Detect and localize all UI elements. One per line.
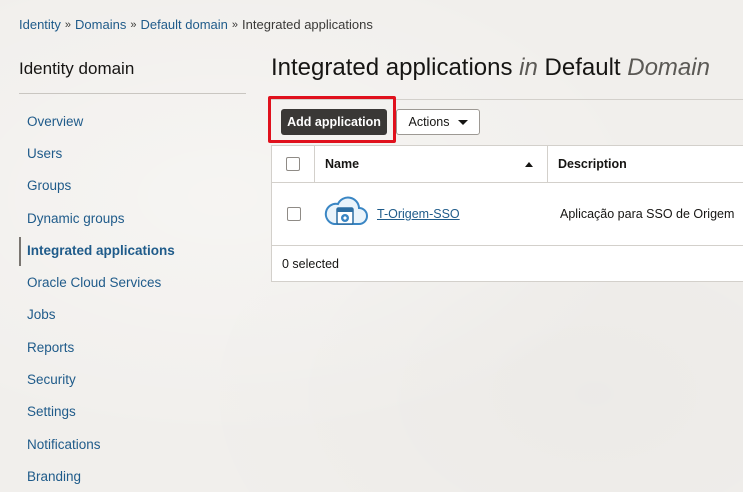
select-all-cell — [272, 146, 315, 182]
selection-status: 0 selected — [282, 257, 339, 271]
table-row: T-Origem-SSO Aplicação para SSO de Orige… — [272, 183, 743, 246]
page-title-in: in — [519, 54, 538, 81]
sidebar-item-branding[interactable]: Branding — [19, 460, 246, 492]
breadcrumb-current: Integrated applications — [242, 17, 373, 32]
breadcrumb-domains[interactable]: Domains — [75, 17, 126, 32]
column-header-description-label: Description — [558, 157, 627, 171]
chevron-down-icon — [457, 119, 468, 125]
sidebar-item-integrated-applications[interactable]: Integrated applications — [19, 234, 246, 267]
breadcrumb: Identity » Domains » Default domain » In… — [19, 17, 373, 32]
sidebar-item-settings[interactable]: Settings — [19, 396, 246, 428]
breadcrumb-separator: » — [64, 18, 72, 31]
page-title: Integrated applications in Default Domai… — [271, 54, 710, 82]
app-link[interactable]: T-Origem-SSO — [377, 207, 460, 221]
row-checkbox[interactable] — [286, 207, 301, 221]
row-description: Aplicação para SSO de Origem — [560, 207, 735, 221]
sort-ascending-icon[interactable] — [525, 162, 533, 167]
select-all-checkbox[interactable] — [286, 157, 300, 171]
sidebar-item-reports[interactable]: Reports — [19, 331, 246, 363]
breadcrumb-separator: » — [130, 18, 137, 31]
column-header-description[interactable]: Description — [548, 146, 743, 182]
applications-table: Name Description T-Origem-SSO Aplicação … — [271, 145, 743, 282]
sidebar-item-groups[interactable]: Groups — [19, 170, 246, 202]
cloud-app-icon — [323, 194, 369, 235]
sidebar-divider — [19, 93, 246, 94]
sidebar-item-dynamic-groups[interactable]: Dynamic groups — [19, 202, 246, 234]
sidebar-item-jobs[interactable]: Jobs — [19, 299, 246, 331]
sidebar-title: Identity domain — [19, 59, 135, 78]
breadcrumb-default-domain[interactable]: Default domain — [140, 17, 227, 32]
column-header-name[interactable]: Name — [315, 146, 548, 182]
row-name-cell: T-Origem-SSO — [315, 194, 548, 235]
breadcrumb-identity[interactable]: Identity — [19, 17, 61, 32]
sidebar-item-notifications[interactable]: Notifications — [19, 428, 246, 460]
sidebar-nav: Overview Users Groups Dynamic groups Int… — [19, 105, 246, 492]
page-title-main: Integrated applications — [271, 54, 513, 81]
actions-menu-button[interactable]: Actions — [396, 109, 480, 135]
page-title-domain: Default — [544, 54, 621, 81]
table-header: Name Description — [272, 146, 743, 183]
actions-label: Actions — [408, 115, 450, 129]
add-application-button[interactable]: Add application — [281, 109, 387, 135]
page-title-domain-suffix: Domain — [627, 54, 710, 81]
column-header-name-label: Name — [325, 157, 360, 171]
sidebar-item-oracle-cloud-services[interactable]: Oracle Cloud Services — [19, 266, 246, 298]
sidebar-item-overview[interactable]: Overview — [19, 105, 246, 137]
sidebar-item-users[interactable]: Users — [19, 137, 246, 169]
breadcrumb-separator: » — [231, 18, 239, 31]
sidebar-item-security[interactable]: Security — [19, 363, 246, 395]
row-select-cell — [272, 207, 315, 221]
